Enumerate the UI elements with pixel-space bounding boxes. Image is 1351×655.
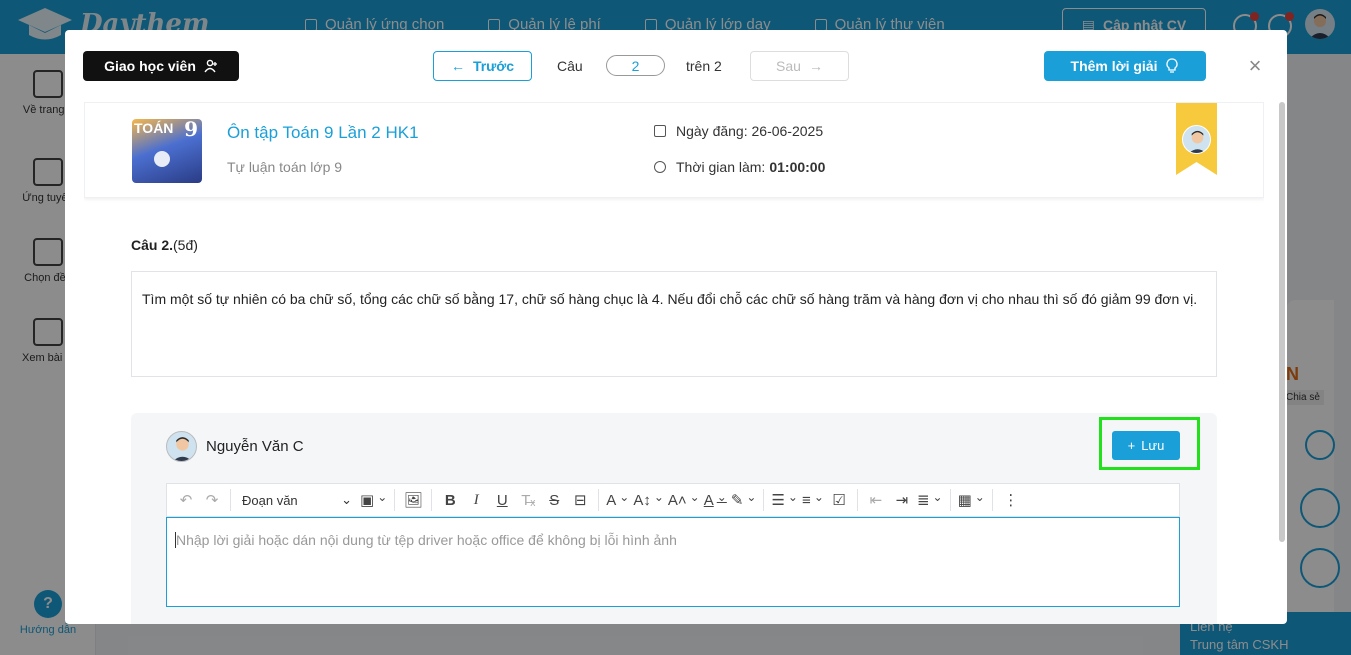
author-ribbon <box>1176 103 1217 175</box>
toolbar-divider <box>598 489 600 511</box>
modal-header: Giao học viên ← Trước Câu trên 2 Sau → T… <box>65 30 1287 102</box>
modal-scrollbar[interactable] <box>1279 102 1285 542</box>
align-icon[interactable]: ≣ <box>917 488 943 512</box>
outdent-icon[interactable]: ⇤ <box>865 488 887 512</box>
toolbar-divider <box>763 489 765 511</box>
editor-placeholder: Nhập lời giải hoặc dán nội dung từ tệp d… <box>176 532 677 548</box>
editor-toolbar: ↶ ↷ Đoạn văn ⌄ ▣ 🖼 B I U T̶ₓ S ⊟ A A↕ <box>166 483 1180 517</box>
exam-thumbnail: TOÁN 9 <box>132 119 202 183</box>
close-icon[interactable]: × <box>1245 54 1265 78</box>
duration: Thời gian làm: 01:00:00 <box>654 159 825 175</box>
avatar-person-icon <box>173 437 192 461</box>
font-color-icon[interactable]: A <box>704 488 727 512</box>
bold-icon[interactable]: B <box>439 488 461 512</box>
question-total: trên 2 <box>686 58 722 74</box>
modal-body: TOÁN 9 Ôn tập Toán 9 Lần 2 HK1 Tự luận t… <box>84 102 1264 624</box>
assign-students-button[interactable]: Giao học viên <box>83 51 239 81</box>
save-highlight-box: + Lưu <box>1099 417 1200 470</box>
calendar-icon <box>654 125 666 137</box>
clear-format-icon[interactable]: T̶ₓ <box>517 488 539 512</box>
media-embed-icon[interactable]: ▣ <box>360 488 387 512</box>
answer-author-avatar <box>166 431 197 462</box>
paragraph-style-select[interactable]: Đoạn văn ⌄ <box>238 488 356 512</box>
strikethrough-icon[interactable]: S <box>543 488 565 512</box>
question-text: Tìm một số tự nhiên có ba chữ số, tổng c… <box>131 271 1217 377</box>
question-number-input[interactable] <box>606 55 665 76</box>
toolbar-divider <box>431 489 433 511</box>
numbered-list-icon[interactable]: ≡ <box>802 488 824 512</box>
add-solution-button[interactable]: Thêm lời giải <box>1044 51 1206 81</box>
todo-list-icon[interactable]: ☑ <box>828 488 850 512</box>
indent-icon[interactable]: ⇥ <box>891 488 913 512</box>
underline-icon[interactable]: U <box>491 488 513 512</box>
solution-editor[interactable]: Nhập lời giải hoặc dán nội dung từ tệp d… <box>166 517 1180 607</box>
toolbar-divider <box>230 489 231 511</box>
toolbar-divider <box>394 489 396 511</box>
answer-author-name: Nguyễn Văn C <box>206 438 304 455</box>
special-block-icon[interactable]: ⊟ <box>569 488 591 512</box>
answer-section: Nguyễn Văn C + Lưu ↶ ↷ Đoạn văn ⌄ ▣ 🖼 <box>131 413 1217 624</box>
font-size-icon[interactable]: A↕ <box>633 488 664 512</box>
solution-modal: Giao học viên ← Trước Câu trên 2 Sau → T… <box>65 30 1287 624</box>
exam-title[interactable]: Ôn tập Toán 9 Lần 2 HK1 <box>227 123 419 143</box>
plus-icon: + <box>1127 438 1136 453</box>
clock-icon <box>654 161 666 173</box>
more-options-icon[interactable]: ⋮ <box>1000 488 1022 512</box>
thumbnail-graphic <box>154 151 170 167</box>
arrow-right-icon: → <box>808 58 823 74</box>
highlight-icon[interactable]: ✎ <box>731 488 757 512</box>
post-date: Ngày đăng: 26-06-2025 <box>654 123 823 139</box>
prev-question-button[interactable]: ← Trước <box>433 51 532 81</box>
lightbulb-icon <box>1166 58 1179 73</box>
arrow-left-icon: ← <box>450 58 465 74</box>
toolbar-divider <box>949 489 951 511</box>
undo-icon[interactable]: ↶ <box>175 488 197 512</box>
font-family-icon[interactable]: A˄ <box>668 488 700 512</box>
italic-icon[interactable]: I <box>465 488 487 512</box>
redo-icon[interactable]: ↷ <box>201 488 223 512</box>
text-background-icon[interactable]: A <box>606 488 629 512</box>
save-button[interactable]: + Lưu <box>1112 431 1180 460</box>
table-icon[interactable]: ▦ <box>958 488 985 512</box>
exam-subtitle: Tự luận toán lớp 9 <box>227 159 343 175</box>
avatar-person-icon <box>1186 130 1209 153</box>
toolbar-divider <box>991 489 993 511</box>
question-label: Câu <box>557 58 583 74</box>
toolbar-divider <box>856 489 858 511</box>
bulleted-list-icon[interactable]: ☰ <box>771 488 798 512</box>
author-avatar <box>1182 125 1211 154</box>
next-question-button[interactable]: Sau → <box>750 51 849 81</box>
image-upload-icon[interactable]: 🖼 <box>402 488 424 512</box>
exam-info-card: TOÁN 9 Ôn tập Toán 9 Lần 2 HK1 Tự luận t… <box>84 102 1264 198</box>
add-user-icon <box>204 59 217 73</box>
question-heading: Câu 2.(5đ) <box>131 237 198 253</box>
chevron-down-icon: ⌄ <box>341 492 352 507</box>
